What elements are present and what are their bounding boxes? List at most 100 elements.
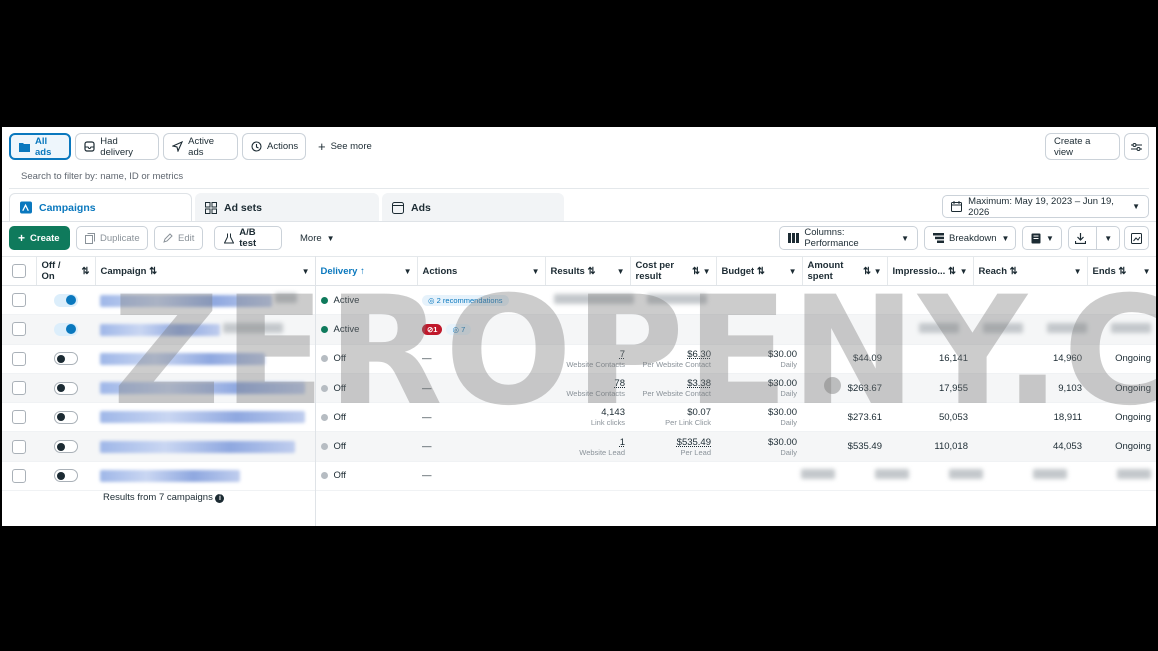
campaign-name-redacted[interactable] <box>100 469 240 482</box>
campaign-name-redacted[interactable] <box>100 324 220 337</box>
ad-icon <box>392 201 404 214</box>
redacted <box>949 469 983 480</box>
off-on-header[interactable]: Off / On ⇅ <box>36 256 96 286</box>
redacted <box>1047 322 1087 333</box>
budget-header[interactable]: Budget ⇅ ▼ <box>716 256 803 286</box>
redacted <box>875 469 909 480</box>
table-row[interactable]: Off — 78 Website Contacts $3.38 Per Websit… <box>2 373 1156 404</box>
impressions-header[interactable]: Impressio... ⇅ ▼ <box>887 256 974 286</box>
sort-icon: ⇅ <box>587 265 596 277</box>
campaign-name-redacted[interactable] <box>100 352 265 365</box>
duplicate-button[interactable]: Duplicate <box>76 226 148 250</box>
plus-icon: + <box>318 139 326 154</box>
row-checkbox[interactable] <box>12 322 26 337</box>
tab-divider <box>2 221 1156 222</box>
sort-icon: ⇅ <box>862 265 871 277</box>
actions-header[interactable]: Actions ▼ <box>417 256 546 286</box>
recommendations-badge[interactable]: ◎ 7 <box>446 323 472 335</box>
campaign-header[interactable]: Campaign ⇅ ▼ <box>95 256 316 286</box>
reports-button[interactable]: ▼ <box>1022 226 1062 250</box>
create-button[interactable]: + Create <box>9 226 70 250</box>
on-off-toggle[interactable] <box>53 381 78 395</box>
table-header: Off / On ⇅ Campaign ⇅ ▼ Delivery ↑ ▼ Actions… <box>2 256 1156 286</box>
on-off-toggle[interactable] <box>53 293 78 307</box>
create-view-button[interactable]: Create a view <box>1045 133 1120 160</box>
more-button[interactable]: More ▼ <box>292 226 340 250</box>
breakdown-icon <box>933 232 944 244</box>
chevron-down-icon: ▼ <box>788 266 797 276</box>
table-row[interactable]: Active ◎ 2 recommendations <box>2 285 1156 316</box>
row-checkbox[interactable] <box>12 468 26 483</box>
breakdown-button[interactable]: Breakdown ▼ <box>924 226 1016 250</box>
chart-toggle-button[interactable] <box>1124 226 1149 250</box>
on-off-toggle[interactable] <box>53 469 78 483</box>
cost-per-result-header[interactable]: Cost per result ⇅ ▼ <box>630 256 717 286</box>
redacted <box>646 293 707 304</box>
results-summary: Results from 7 campaigns i <box>103 492 225 503</box>
export-dropdown[interactable]: ▼ <box>1096 227 1119 249</box>
ab-test-button[interactable]: A/B test <box>214 226 282 250</box>
columns-button[interactable]: Columns: Performance ▼ <box>779 226 918 250</box>
chart-icon <box>1131 232 1143 244</box>
status-dot <box>320 384 328 392</box>
edit-button[interactable]: Edit <box>154 226 203 250</box>
row-checkbox[interactable] <box>12 351 26 366</box>
row-checkbox[interactable] <box>12 410 26 425</box>
tab-ads[interactable]: Ads <box>382 193 564 222</box>
campaign-name-redacted[interactable] <box>100 294 272 307</box>
ends-header[interactable]: Ends ⇅ ▼ <box>1087 256 1156 286</box>
table-row[interactable]: Off — 1 Website Lead $535.49 Per Lead $30.… <box>2 431 1156 462</box>
search-input[interactable]: Search to filter by: name, ID or metrics <box>9 165 1149 189</box>
watermark-dot <box>824 377 841 394</box>
chevron-down-icon: ▼ <box>901 233 909 243</box>
download-icon <box>1069 232 1091 244</box>
chevron-down-icon: ▼ <box>1104 233 1113 243</box>
sliders-icon <box>1131 141 1143 153</box>
settings-button[interactable] <box>1124 133 1149 160</box>
sort-icon: ⇅ <box>756 265 765 277</box>
redacted <box>983 322 1023 333</box>
had-delivery-chip[interactable]: Had delivery <box>75 133 159 160</box>
tab-campaigns[interactable]: Campaigns <box>9 193 192 222</box>
results-header[interactable]: Results ⇅ ▼ <box>545 256 631 286</box>
grid-icon <box>205 201 217 214</box>
on-off-toggle[interactable] <box>53 440 78 454</box>
select-all-checkbox[interactable] <box>11 264 26 278</box>
send-icon <box>172 141 184 153</box>
chevron-down-icon: ▼ <box>616 266 625 276</box>
campaign-name-redacted[interactable] <box>100 382 305 395</box>
copy-icon <box>85 232 95 244</box>
table-row[interactable]: Off — 7 Website Contacts $6.30 Per Website… <box>2 344 1156 374</box>
redacted <box>801 469 835 480</box>
reach-header[interactable]: Reach ⇅ ▼ <box>973 256 1088 286</box>
see-more-chip[interactable]: + See more <box>310 133 380 160</box>
redacted <box>1033 469 1067 480</box>
recommendations-badge[interactable]: ◎ 2 recommendations <box>422 294 509 306</box>
table-row[interactable]: Active ⊘1 ◎ 7 <box>2 314 1156 345</box>
campaign-name-redacted[interactable] <box>100 440 295 453</box>
amount-spent-header[interactable]: Amount spent ⇅ ▼ <box>802 256 888 286</box>
export-button[interactable]: ▼ <box>1068 226 1120 250</box>
row-checkbox[interactable] <box>12 381 26 396</box>
chevron-down-icon: ▼ <box>1073 266 1082 276</box>
sort-icon: ⇅ <box>1118 265 1127 277</box>
calendar-icon <box>951 201 963 213</box>
chevron-down-icon: ▼ <box>1001 233 1010 243</box>
on-off-toggle[interactable] <box>53 352 78 366</box>
row-checkbox[interactable] <box>12 293 26 308</box>
table-row[interactable]: Off — 4,143 Link clicks $0.07 Per Link Cli… <box>2 402 1156 433</box>
row-checkbox[interactable] <box>12 439 26 454</box>
date-range-picker[interactable]: Maximum: May 19, 2023 – Jun 19, 2026 ▼ <box>942 195 1149 218</box>
info-icon[interactable]: i <box>215 494 225 503</box>
tab-ad-sets[interactable]: Ad sets <box>195 193 379 222</box>
on-off-toggle[interactable] <box>53 322 78 336</box>
active-ads-chip[interactable]: Active ads <box>163 133 238 160</box>
all-ads-chip[interactable]: All ads <box>9 133 71 160</box>
delivery-header[interactable]: Delivery ↑ ▼ <box>315 256 418 286</box>
campaign-name-redacted[interactable] <box>100 411 305 424</box>
error-badge[interactable]: ⊘1 <box>422 323 443 335</box>
toolbar: + Create Duplicate Edit A/B test More ▼ <box>9 226 1149 251</box>
on-off-toggle[interactable] <box>53 410 78 424</box>
actions-chip[interactable]: Actions <box>242 133 306 160</box>
table-row[interactable]: Off — <box>2 461 1156 492</box>
